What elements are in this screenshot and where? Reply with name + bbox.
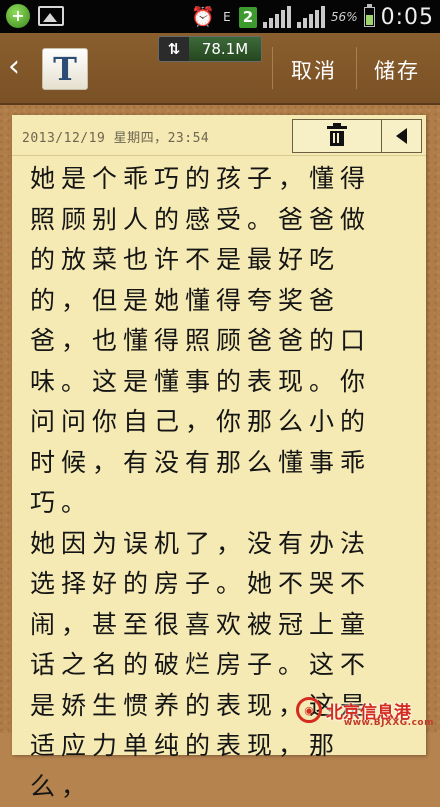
save-button[interactable]: 储存 bbox=[374, 55, 420, 85]
battery-percent: 56% bbox=[330, 10, 358, 24]
image-notification-icon bbox=[38, 6, 64, 26]
memory-value: 78.1M bbox=[189, 37, 261, 61]
notification-icons: + bbox=[6, 4, 64, 28]
chevron-left-icon: ‹ bbox=[8, 49, 20, 84]
note-paper: 2013/12/19 星期四，23:54 她是个乖巧的孩子，懂得照顾别人的感受。… bbox=[12, 115, 426, 801]
watermark-url: www.BJXXG.com bbox=[343, 718, 434, 728]
divider bbox=[272, 47, 273, 89]
delete-button[interactable] bbox=[293, 120, 382, 152]
collapse-button[interactable] bbox=[382, 120, 421, 152]
text-app-icon[interactable]: T bbox=[42, 48, 88, 90]
clock: 0:05 bbox=[380, 4, 434, 30]
divider bbox=[356, 47, 357, 89]
action-bar: ‹ T ⇅ 78.1M 取消 储存 bbox=[0, 33, 440, 105]
trash-icon bbox=[327, 123, 347, 146]
note-datetime: 2013/12/19 星期四，23:54 bbox=[22, 131, 210, 146]
signal-strength-icon bbox=[262, 6, 291, 28]
signal-strength-2-icon bbox=[296, 6, 325, 28]
plus-app-icon: + bbox=[6, 4, 30, 28]
alarm-clock-icon: ⏰ bbox=[191, 5, 215, 28]
memory-indicator[interactable]: ⇅ 78.1M bbox=[158, 36, 262, 62]
cork-background: 2013/12/19 星期四，23:54 她是个乖巧的孩子，懂得照顾别人的感受。… bbox=[0, 105, 440, 801]
triangle-left-icon bbox=[396, 128, 407, 144]
system-indicators: ⏰ E 2 56% 0:05 bbox=[191, 3, 434, 31]
sim-slot-badge: 2 bbox=[238, 6, 257, 28]
watermark: ◉ 北京信息港 www.BJXXG.com bbox=[296, 690, 440, 730]
watermark-logo-icon: ◉ bbox=[296, 697, 322, 723]
note-toolbar bbox=[292, 119, 422, 153]
network-type: E bbox=[223, 9, 231, 24]
status-bar: + ⏰ E 2 56% 0:05 bbox=[0, 0, 440, 33]
cancel-button[interactable]: 取消 bbox=[291, 55, 337, 85]
swap-arrows-icon: ⇅ bbox=[167, 40, 181, 58]
back-button[interactable]: ‹ bbox=[8, 52, 30, 83]
battery-icon bbox=[363, 4, 375, 27]
note-header: 2013/12/19 星期四，23:54 bbox=[12, 115, 426, 156]
